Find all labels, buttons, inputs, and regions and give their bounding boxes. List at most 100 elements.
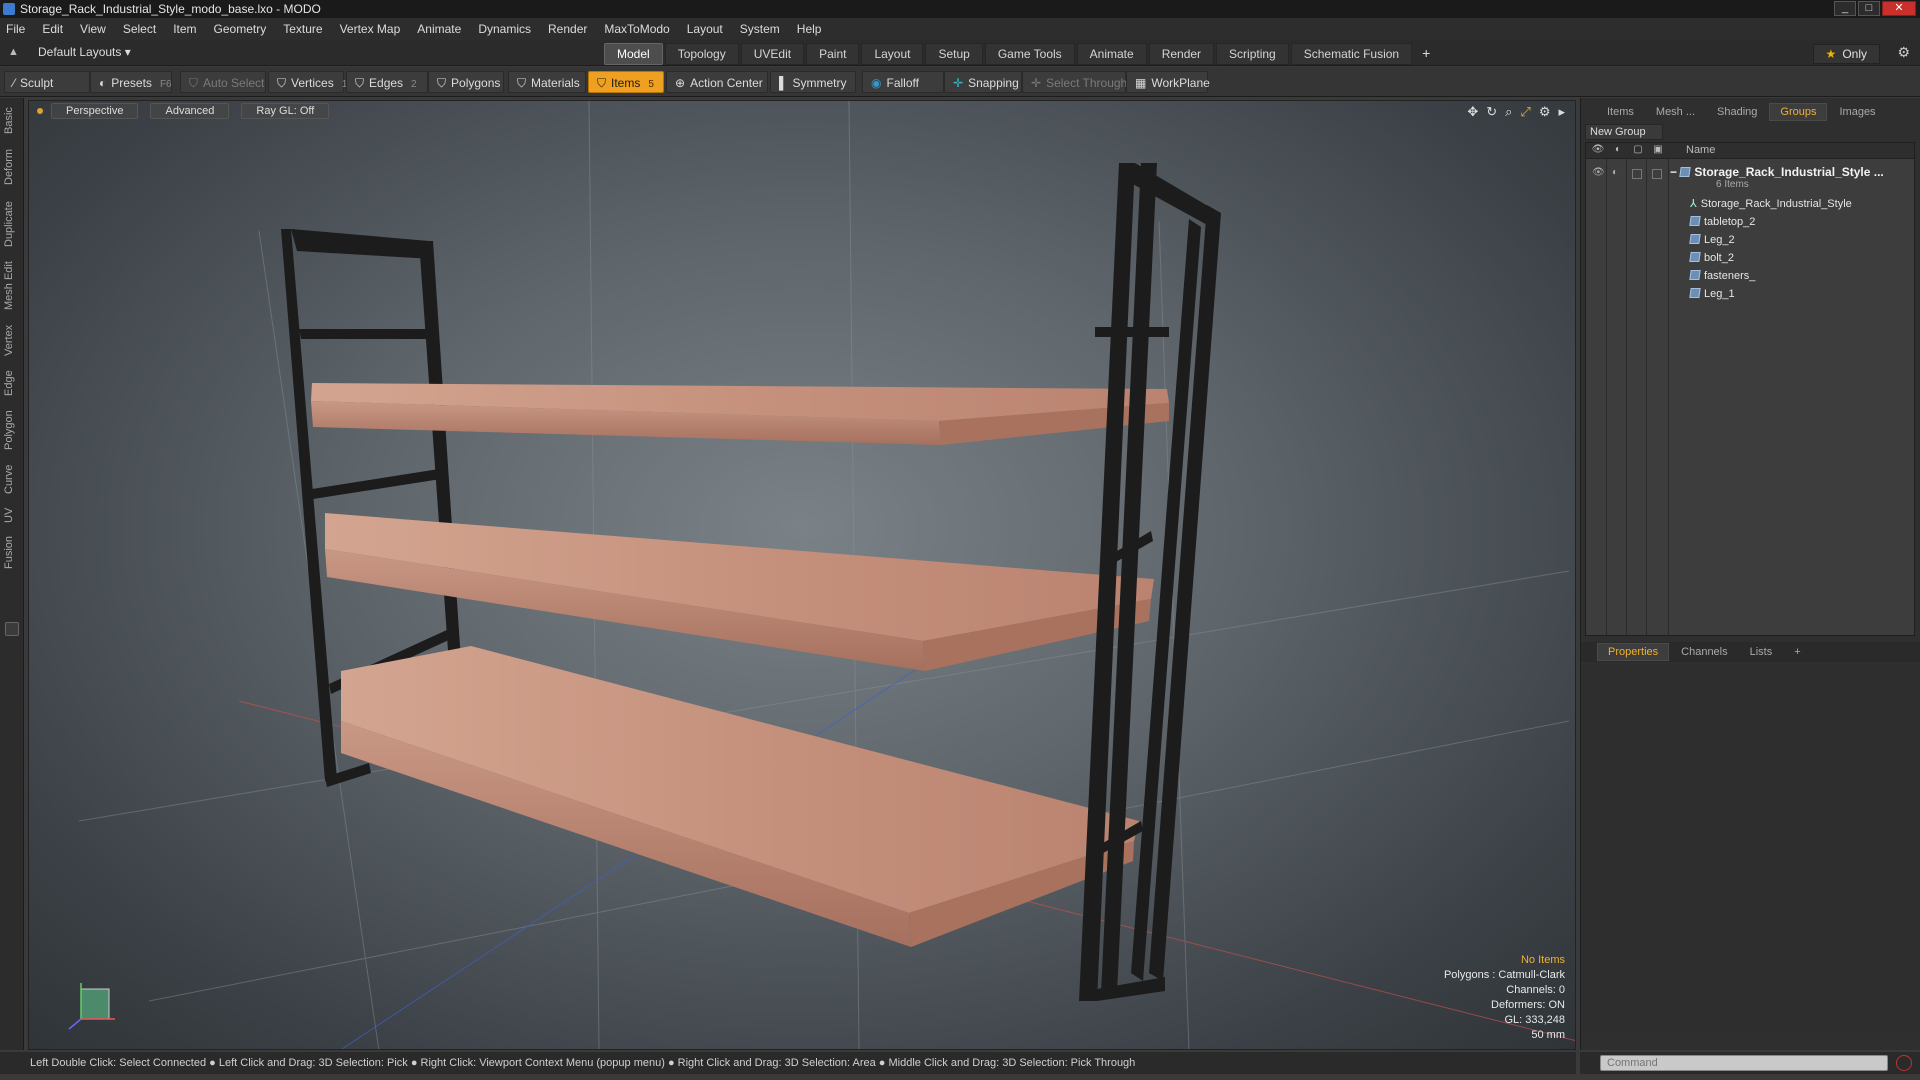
list-item[interactable]: bolt_2 [1689, 249, 1734, 267]
tab-game-tools[interactable]: Game Tools [984, 43, 1075, 65]
tab-render[interactable]: Render [1148, 43, 1215, 65]
tab-model[interactable]: Model [604, 43, 663, 65]
collapse-toggle[interactable] [5, 622, 19, 636]
select-through-button[interactable]: ✛ Select Through [1022, 71, 1127, 93]
viewport-settings-icon[interactable]: ⚙ [1539, 104, 1551, 120]
workplane-label: WorkPlane [1151, 76, 1210, 90]
tab-setup[interactable]: Setup [925, 43, 983, 65]
tab-channels[interactable]: Channels [1671, 644, 1737, 660]
rotate-view-icon[interactable]: ↻ [1486, 104, 1497, 120]
vertices-button[interactable]: ⛉ Vertices 1 [268, 71, 347, 93]
tab-images[interactable]: Images [1829, 104, 1885, 120]
move-view-icon[interactable]: ✥ [1467, 104, 1478, 120]
workplane-button[interactable]: ▦ WorkPlane [1126, 71, 1210, 93]
items-button[interactable]: ⛉ Items 5 [588, 71, 664, 93]
falloff-button[interactable]: ◉ Falloff [862, 71, 944, 93]
vtab-vertex[interactable]: Vertex [3, 320, 21, 360]
menu-maxtomodo[interactable]: MaxToModo [604, 22, 669, 36]
select-column-icon[interactable]: ▣ [1650, 144, 1666, 155]
tab-scripting[interactable]: Scripting [1216, 43, 1289, 65]
materials-button[interactable]: ⛉ Materials [508, 71, 586, 93]
raygl-toggle[interactable]: Ray GL: Off [241, 103, 330, 119]
snapping-button[interactable]: ✛ Snapping [944, 71, 1022, 93]
command-history-button[interactable] [1896, 1055, 1912, 1071]
menu-edit[interactable]: Edit [42, 22, 63, 36]
lock-column-icon[interactable]: ▢ [1630, 144, 1646, 155]
new-group-button[interactable]: New Group [1585, 124, 1663, 140]
command-input[interactable] [1600, 1055, 1888, 1071]
symmetry-button[interactable]: ▌ Symmetry [770, 71, 856, 93]
advanced-dropdown[interactable]: Advanced [150, 103, 230, 119]
add-properties-tab[interactable]: + [1784, 644, 1810, 660]
name-column-header[interactable]: Name [1686, 144, 1715, 156]
group-row[interactable]: − Storage_Rack_Industrial_Style ... [1670, 163, 1884, 181]
list-item[interactable]: fasteners_ [1689, 267, 1756, 285]
tab-groups[interactable]: Groups [1769, 103, 1828, 121]
menu-dynamics[interactable]: Dynamics [478, 22, 531, 36]
default-layouts-dropdown[interactable]: Default Layouts ▾ [38, 45, 131, 59]
perspective-dropdown[interactable]: Perspective [51, 103, 139, 119]
list-item[interactable]: ⅄ Storage_Rack_Industrial_Style [1690, 195, 1852, 213]
action-center-button[interactable]: ⊕ Action Center [666, 71, 768, 93]
group-render-icon[interactable]: ◐ [1612, 167, 1618, 178]
add-tab-button[interactable]: + [1414, 43, 1438, 65]
vtab-uv[interactable]: UV [3, 504, 21, 526]
tab-uvedit[interactable]: UVEdit [740, 43, 805, 65]
maximize-button[interactable]: □ [1858, 1, 1880, 16]
menu-view[interactable]: View [80, 22, 106, 36]
list-item[interactable]: tabletop_2 [1689, 213, 1755, 231]
menu-render[interactable]: Render [548, 22, 587, 36]
zoom-view-icon[interactable]: ⌕ [1505, 104, 1512, 120]
tab-shading[interactable]: Shading [1707, 104, 1767, 120]
tab-animate[interactable]: Animate [1076, 43, 1147, 65]
only-toggle[interactable]: ★ Only [1812, 44, 1880, 64]
visibility-column-icon[interactable]: 👁 [1590, 144, 1606, 155]
item-name: fasteners_ [1704, 270, 1756, 282]
polygons-button[interactable]: ⛉ Polygons [428, 71, 504, 93]
menu-texture[interactable]: Texture [283, 22, 322, 36]
tab-topology[interactable]: Topology [664, 43, 739, 65]
menu-help[interactable]: Help [797, 22, 822, 36]
menu-select[interactable]: Select [123, 22, 156, 36]
3d-viewport[interactable]: Perspective Advanced Ray GL: Off ✥ ↻ ⌕ ⤢… [28, 100, 1576, 1050]
close-button[interactable]: ✕ [1882, 1, 1916, 16]
menu-animate[interactable]: Animate [417, 22, 461, 36]
menu-layout[interactable]: Layout [687, 22, 723, 36]
menu-item[interactable]: Item [173, 22, 196, 36]
fit-view-icon[interactable]: ⤢ [1520, 104, 1530, 120]
group-select-checkbox[interactable] [1652, 169, 1662, 179]
auto-select-button[interactable]: ⛉ Auto Select [180, 71, 266, 93]
minimize-button[interactable]: _ [1834, 1, 1856, 16]
list-item[interactable]: Leg_2 [1689, 231, 1735, 249]
menu-system[interactable]: System [740, 22, 780, 36]
list-item[interactable]: Leg_1 [1689, 285, 1735, 303]
presets-button[interactable]: ◐ Presets F6 [90, 71, 172, 93]
vtab-edge[interactable]: Edge [3, 366, 21, 400]
vtab-curve[interactable]: Curve [3, 460, 21, 498]
render-column-icon[interactable]: ◐ [1610, 144, 1626, 155]
tab-schematic-fusion[interactable]: Schematic Fusion [1290, 43, 1413, 65]
layout-pin-icon[interactable]: ▲ [8, 46, 19, 58]
vtab-deform[interactable]: Deform [3, 144, 21, 190]
tab-properties[interactable]: Properties [1597, 643, 1670, 661]
group-name: Storage_Rack_Industrial_Style ... [1694, 165, 1884, 179]
vtab-basic[interactable]: Basic [3, 104, 21, 138]
menu-file[interactable]: File [6, 22, 25, 36]
gear-icon[interactable]: ⚙ [1897, 44, 1910, 61]
menu-vertex-map[interactable]: Vertex Map [340, 22, 401, 36]
viewport-expand-icon[interactable]: ▸ [1558, 104, 1565, 120]
group-lock-checkbox[interactable] [1632, 169, 1642, 179]
vtab-polygon[interactable]: Polygon [3, 406, 21, 454]
tab-lists[interactable]: Lists [1740, 644, 1783, 660]
tab-paint[interactable]: Paint [806, 43, 860, 65]
menu-geometry[interactable]: Geometry [214, 22, 267, 36]
vtab-fusion[interactable]: Fusion [3, 532, 21, 572]
tab-mesh[interactable]: Mesh ... [1646, 104, 1705, 120]
vtab-duplicate[interactable]: Duplicate [3, 196, 21, 252]
edges-button[interactable]: ⛉ Edges 2 [346, 71, 428, 93]
tab-items[interactable]: Items [1597, 104, 1644, 120]
tab-layout[interactable]: Layout [861, 43, 924, 65]
group-visibility-icon[interactable]: 👁 [1592, 167, 1605, 178]
sculpt-button[interactable]: ⁄ Sculpt [4, 71, 90, 93]
vtab-mesh-edit[interactable]: Mesh Edit [3, 258, 21, 314]
